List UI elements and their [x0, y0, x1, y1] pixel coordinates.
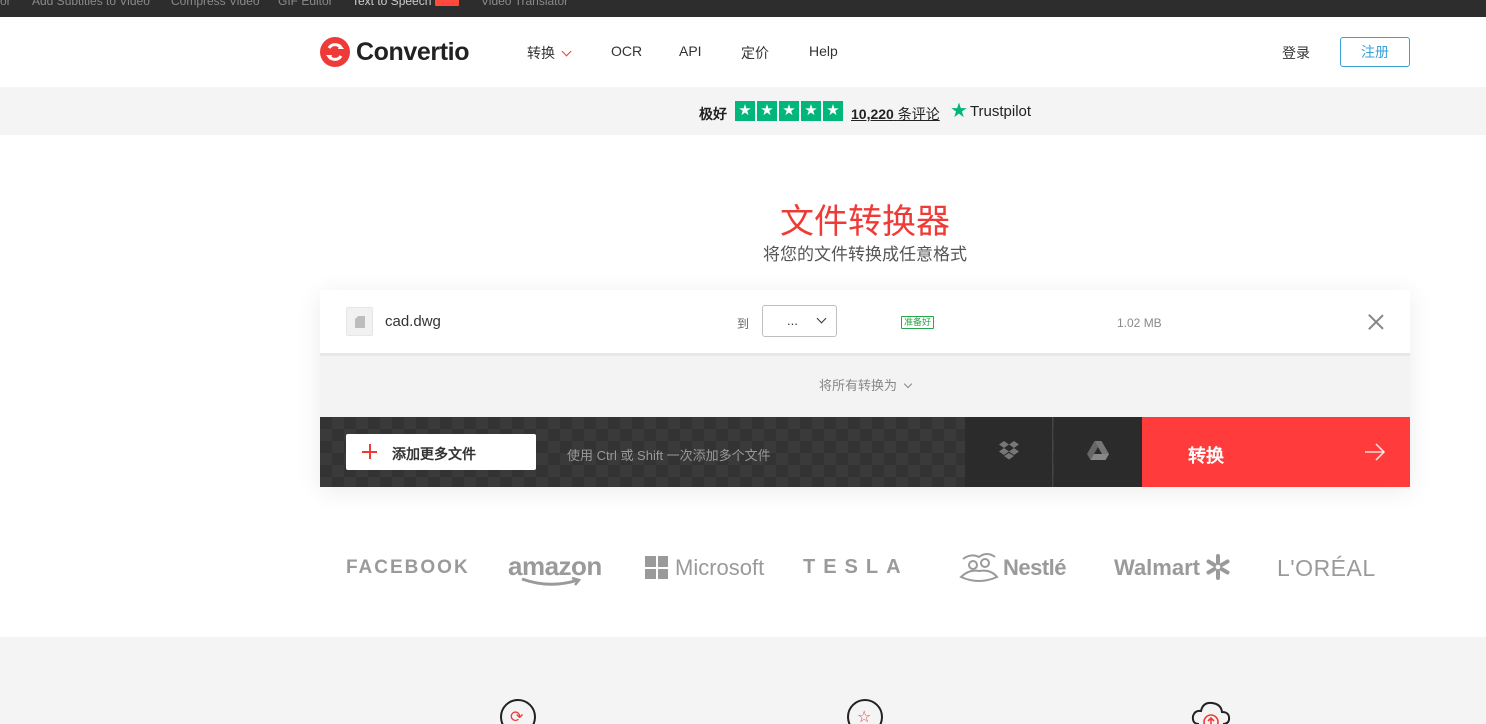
convert-button[interactable]: 转换 — [1142, 417, 1410, 487]
site-header: Convertio 转换 OCR API 定价 Help 登录 注册 — [0, 17, 1486, 87]
brand-facebook-logo: FACEBOOK — [346, 557, 470, 578]
convert-all-label: 将所有转换为 — [818, 378, 897, 393]
multi-select-hint: 使用 Ctrl 或 Shift 一次添加多个文件 — [567, 448, 771, 463]
walmart-spark-icon — [1206, 554, 1230, 580]
cloud-upload-icon — [1191, 701, 1231, 724]
convert-all-row: 将所有转换为 — [320, 353, 1410, 417]
top-link-text-to-speech[interactable]: Text to Speech — [352, 0, 431, 8]
google-drive-button[interactable] — [1054, 417, 1142, 487]
logo-text: Convertio — [356, 37, 470, 66]
dropbox-button[interactable] — [965, 417, 1053, 487]
chevron-down-icon — [903, 379, 913, 389]
chevron-down-icon — [816, 313, 827, 324]
trustpilot-rating-word: 极好 — [699, 106, 727, 122]
review-count: 10,220 — [851, 106, 894, 122]
top-link-gif-editor[interactable]: GIF Editor — [278, 0, 333, 8]
converter-card: cad.dwg 到 ... 准备好 1.02 MB 将所有转换为 添加更多文件 … — [320, 290, 1410, 487]
file-row: cad.dwg 到 ... 准备好 1.02 MB — [320, 290, 1410, 353]
star-icon: ★ — [823, 101, 843, 121]
brand-tesla-logo: TESLA — [803, 556, 909, 578]
top-link-add-subtitles[interactable]: Add Subtitles to Video — [32, 0, 150, 8]
microsoft-logo-icon — [645, 556, 668, 579]
trustpilot-stars: ★ ★ ★ ★ ★ — [735, 101, 843, 121]
nav-ocr[interactable]: OCR — [611, 43, 642, 59]
login-link[interactable]: 登录 — [1282, 43, 1310, 63]
trustpilot-logo[interactable]: ★ Trustpilot — [950, 101, 1031, 121]
trustpilot-reviews-link[interactable]: 10,220 条评论 — [851, 104, 940, 124]
star-icon: ★ — [801, 101, 821, 121]
status-badge: 准备好 — [901, 316, 935, 329]
amazon-smile-icon — [521, 577, 582, 586]
google-drive-icon — [1087, 441, 1109, 460]
top-tools-strip: or Add Subtitles to Video Compress Video… — [0, 0, 1486, 17]
page-subtitle: 将您的文件转换成任意格式 — [763, 245, 967, 264]
brand-microsoft-logo: Microsoft — [675, 555, 765, 580]
dropbox-icon — [999, 441, 1019, 460]
brand-walmart-logo: Walmart — [1114, 555, 1200, 580]
star-icon: ★ — [779, 101, 799, 121]
convert-button-label: 转换 — [1188, 446, 1224, 466]
new-badge — [435, 0, 459, 6]
logo[interactable]: Convertio — [320, 37, 469, 67]
nestle-nest-icon — [959, 553, 999, 582]
conversion-refresh-icon: ⟳ — [500, 699, 536, 724]
nav-convert-label: 转换 — [527, 45, 555, 61]
star-icon: ★ — [757, 101, 777, 121]
signup-button[interactable]: 注册 — [1340, 37, 1410, 67]
remove-file-close-icon[interactable] — [1368, 314, 1384, 330]
top-link-video-translator[interactable]: Video Translator — [481, 0, 568, 8]
file-name: cad.dwg — [385, 313, 441, 330]
file-size: 1.02 MB — [1117, 316, 1162, 330]
nav-help[interactable]: Help — [809, 43, 838, 59]
star-icon: ★ — [735, 101, 755, 121]
plus-icon — [362, 444, 377, 459]
convertio-logo-icon — [320, 37, 350, 67]
chevron-down-icon — [561, 46, 572, 57]
top-link[interactable]: or — [0, 0, 11, 8]
arrow-right-icon — [1365, 443, 1386, 461]
nav-pricing[interactable]: 定价 — [741, 43, 769, 63]
format-select-value: ... — [787, 313, 798, 328]
add-more-files-label: 添加更多文件 — [392, 446, 476, 462]
nav-convert[interactable]: 转换 — [527, 43, 572, 63]
format-select[interactable]: ... — [762, 305, 837, 337]
trustpilot-bar: 极好 ★ ★ ★ ★ ★ 10,220 条评论 ★ Trustpilot — [0, 87, 1486, 135]
trustpilot-star-icon: ★ — [950, 100, 968, 122]
top-link-compress-video[interactable]: Compress Video — [171, 0, 260, 8]
brand-loreal-logo: L'ORÉAL — [1277, 555, 1376, 581]
trustpilot-brand: Trustpilot — [969, 102, 1032, 120]
quality-star-icon: ☆ — [847, 699, 883, 724]
page-title: 文件转换器 — [780, 203, 950, 241]
to-label: 到 — [737, 317, 750, 331]
add-more-files-button[interactable]: 添加更多文件 — [346, 434, 536, 470]
nav-api[interactable]: API — [679, 43, 702, 59]
review-suffix: 条评论 — [897, 106, 940, 122]
convert-all-toggle[interactable]: 将所有转换为 — [320, 375, 1410, 394]
brand-nestle-logo: Nestlé — [1003, 555, 1067, 580]
file-icon — [346, 307, 373, 336]
features-section: ⟳ ☆ — [0, 637, 1486, 724]
action-bar: 添加更多文件 使用 Ctrl 或 Shift 一次添加多个文件 转换 — [320, 417, 1410, 487]
